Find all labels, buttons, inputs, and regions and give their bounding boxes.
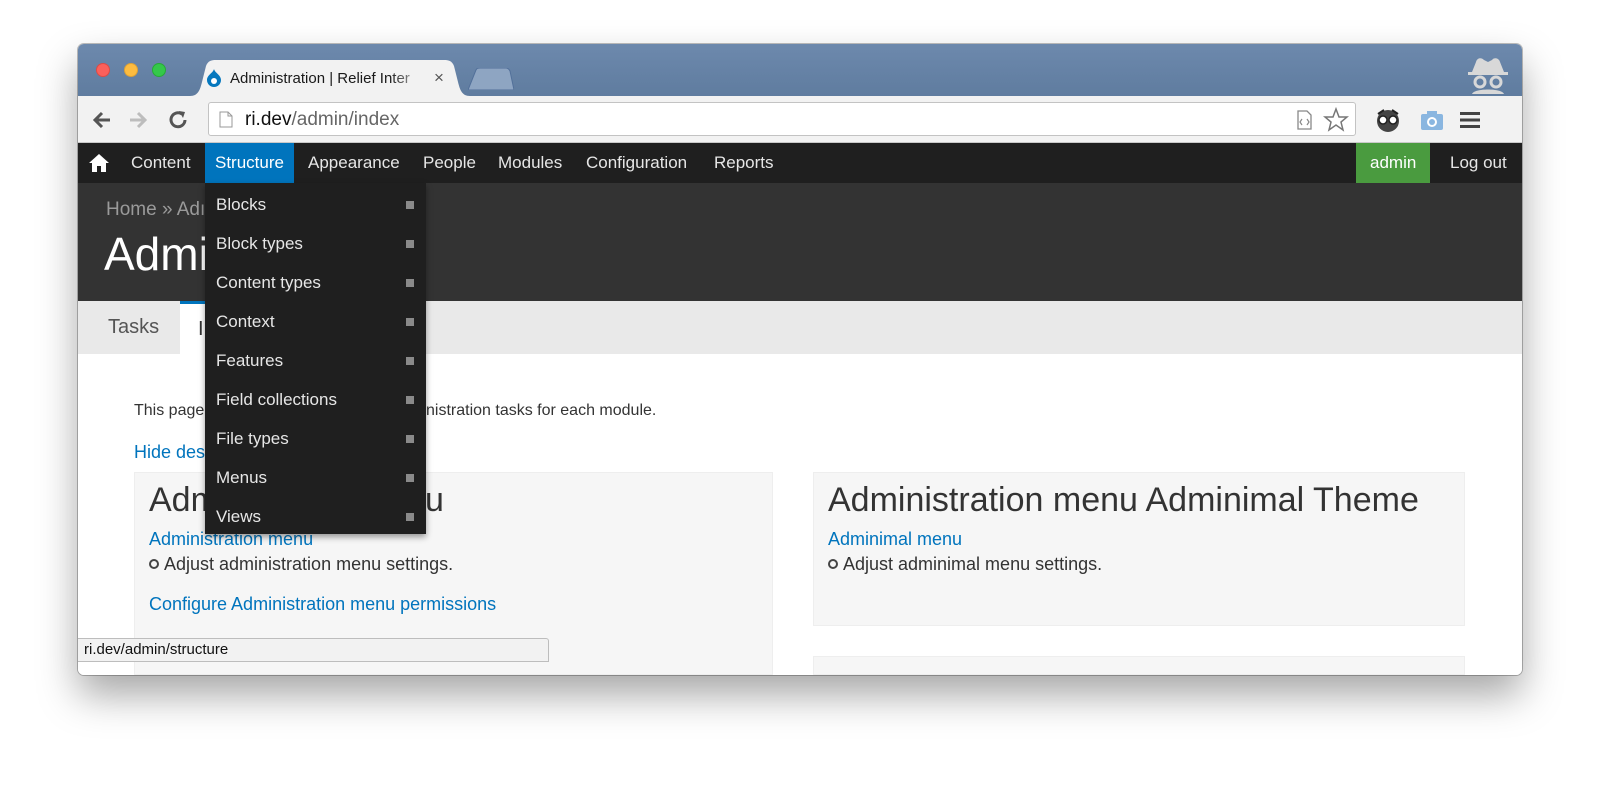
dropdown-item-label: Block types bbox=[216, 234, 303, 253]
submenu-indicator-icon bbox=[406, 396, 414, 404]
menu-item-content[interactable]: Content bbox=[121, 143, 201, 183]
dropdown-item-field-collections[interactable]: Field collections bbox=[205, 380, 426, 419]
adminimal-menu-link[interactable]: Adminimal menu bbox=[828, 529, 962, 550]
dropdown-item-views[interactable]: Views bbox=[205, 497, 426, 536]
dropdown-item-block-types[interactable]: Block types bbox=[205, 224, 426, 263]
home-icon[interactable] bbox=[88, 152, 110, 174]
drupal-favicon-icon bbox=[207, 69, 221, 87]
submenu-indicator-icon bbox=[406, 240, 414, 248]
address-url: ri.dev/admin/index bbox=[245, 109, 399, 131]
submenu-indicator-icon bbox=[406, 513, 414, 521]
dropdown-item-menus[interactable]: Menus bbox=[205, 458, 426, 497]
new-tab-button[interactable] bbox=[468, 68, 514, 90]
incognito-icon bbox=[1468, 58, 1508, 94]
browser-window: Administration | Relief Inter × ri.dev/a… bbox=[78, 44, 1522, 675]
dropdown-item-file-types[interactable]: File types bbox=[205, 419, 426, 458]
dropdown-item-blocks[interactable]: Blocks bbox=[205, 185, 426, 224]
submenu-indicator-icon bbox=[406, 474, 414, 482]
extension-face-icon[interactable] bbox=[1374, 106, 1402, 134]
reload-icon[interactable] bbox=[166, 108, 190, 132]
dropdown-item-content-types[interactable]: Content types bbox=[205, 263, 426, 302]
panel-description: Adjust adminimal menu settings. bbox=[828, 554, 1102, 575]
intro-text-left: This page bbox=[134, 402, 205, 419]
menu-item-structure[interactable]: Structure bbox=[205, 143, 294, 186]
submenu-indicator-icon bbox=[406, 279, 414, 287]
user-account-link[interactable]: admin bbox=[1356, 143, 1431, 183]
camera-extension-icon[interactable] bbox=[1418, 106, 1446, 134]
bullet-icon bbox=[828, 559, 838, 569]
menu-item-modules[interactable]: Modules bbox=[488, 143, 572, 183]
dropdown-item-label: Blocks bbox=[216, 195, 267, 214]
url-host: ri.dev bbox=[245, 109, 292, 130]
intro-text-right: nistration tasks for each module. bbox=[426, 402, 657, 419]
forward-arrow-icon[interactable] bbox=[126, 108, 150, 132]
tab-tasks[interactable]: Tasks bbox=[90, 301, 177, 354]
menu-item-reports[interactable]: Reports bbox=[704, 143, 784, 183]
submenu-indicator-icon bbox=[406, 318, 414, 326]
dropdown-item-features[interactable]: Features bbox=[205, 341, 426, 380]
zoom-window-button[interactable] bbox=[152, 63, 166, 77]
dropdown-item-label: Content types bbox=[216, 273, 321, 292]
tab-close-icon[interactable]: × bbox=[434, 68, 444, 88]
dropdown-item-label: File types bbox=[216, 429, 289, 448]
browser-titlebar: Administration | Relief Inter × bbox=[78, 44, 1522, 96]
panel-description-text: Adjust adminimal menu settings. bbox=[843, 554, 1103, 574]
bullet-icon bbox=[149, 559, 159, 569]
panel-description-text: Adjust administration menu settings. bbox=[164, 554, 454, 574]
logout-link[interactable]: Log out bbox=[1436, 143, 1521, 183]
hide-descriptions-link[interactable]: Hide des bbox=[134, 442, 205, 463]
structure-dropdown-menu: Blocks Block types Content types Context… bbox=[205, 183, 426, 534]
panel-description: Adjust administration menu settings. bbox=[149, 554, 453, 575]
tab-title: Administration | Relief Inter bbox=[230, 70, 410, 87]
submenu-indicator-icon bbox=[406, 201, 414, 209]
dropdown-item-context[interactable]: Context bbox=[205, 302, 426, 341]
back-arrow-icon[interactable] bbox=[90, 108, 114, 132]
configure-permissions-link[interactable]: Configure Administration menu permission… bbox=[149, 594, 496, 615]
status-url-bubble: ri.dev/admin/structure bbox=[78, 638, 549, 662]
url-path: /admin/index bbox=[291, 109, 400, 130]
menu-item-appearance[interactable]: Appearance bbox=[298, 143, 410, 183]
menu-item-configuration[interactable]: Configuration bbox=[576, 143, 697, 183]
breadcrumb[interactable]: Home » Adı bbox=[106, 199, 205, 221]
adminimal-theme-panel: Administration menu Adminimal Theme Admi… bbox=[813, 472, 1465, 626]
close-window-button[interactable] bbox=[96, 63, 110, 77]
dropdown-item-label: Menus bbox=[216, 468, 268, 487]
chrome-menu-icon[interactable] bbox=[1456, 106, 1484, 134]
page-source-icon[interactable] bbox=[1293, 109, 1315, 131]
dropdown-item-label: Features bbox=[216, 351, 284, 370]
dropdown-item-label: Views bbox=[216, 507, 262, 526]
menu-item-people[interactable]: People bbox=[413, 143, 486, 183]
submenu-indicator-icon bbox=[406, 357, 414, 365]
next-panel bbox=[813, 656, 1465, 675]
bookmark-star-icon[interactable] bbox=[1323, 107, 1349, 133]
panel-title: Administration menu Adminimal Theme bbox=[828, 481, 1419, 519]
minimize-window-button[interactable] bbox=[124, 63, 138, 77]
panel-title-right: u bbox=[425, 481, 444, 519]
address-bar[interactable]: ri.dev/admin/index bbox=[208, 102, 1356, 136]
dropdown-item-label: Context bbox=[216, 312, 275, 331]
page-icon bbox=[219, 111, 233, 128]
browser-toolbar: ri.dev/admin/index bbox=[78, 96, 1522, 143]
dropdown-item-label: Field collections bbox=[216, 390, 337, 409]
page-title: Admi bbox=[104, 228, 209, 280]
admin-menu-bar: Content Structure Appearance People Modu… bbox=[78, 143, 1522, 186]
submenu-indicator-icon bbox=[406, 435, 414, 443]
